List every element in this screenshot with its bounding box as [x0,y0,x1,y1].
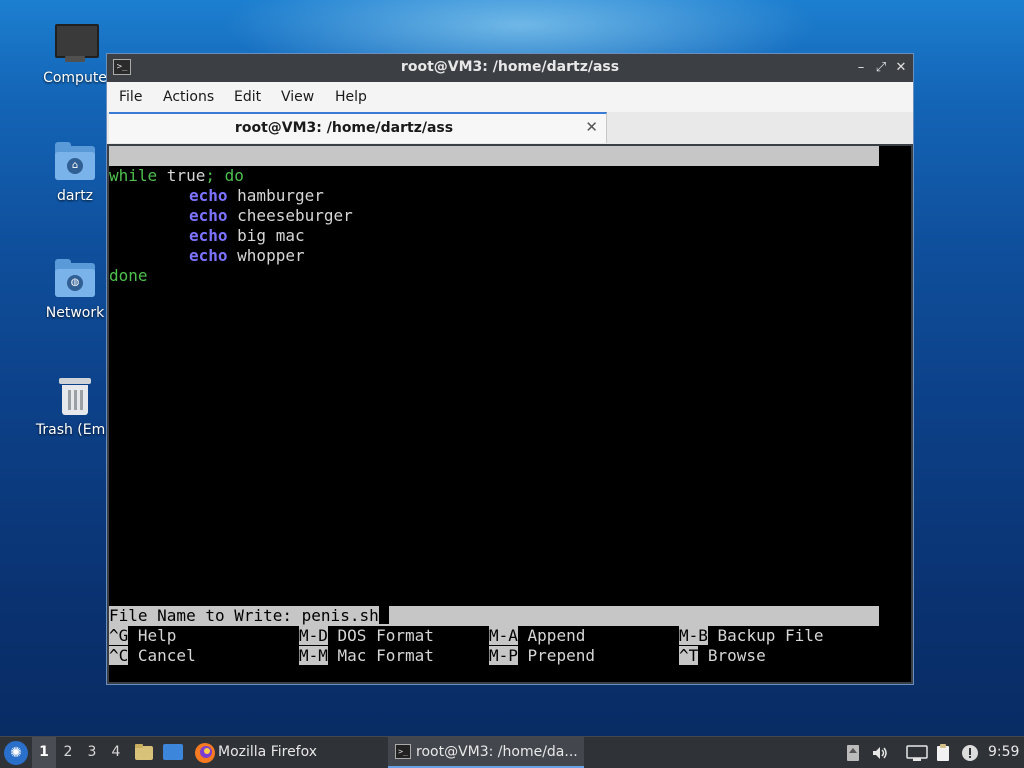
menu-help[interactable]: Help [335,89,367,105]
menu-bar: File Actions Edit View Help [107,82,913,113]
window-title: root@VM3: /home/dartz/ass [400,59,620,75]
tab-close-button[interactable]: ✕ [585,118,598,136]
echo-arg: cheeseburger [227,206,353,225]
workspace-4[interactable]: 4 [104,737,128,768]
code-line: echo whopper [189,246,305,266]
taskbar-firefox-label: Mozilla Firefox [218,744,318,760]
code-line: echo cheeseburger [189,206,353,226]
network-icon[interactable] [906,744,928,762]
shortcut-cancel[interactable]: ^C Cancel [109,646,196,666]
workspace-1[interactable]: 1 [32,737,56,768]
text-cursor [378,606,389,624]
firefox-icon [195,743,215,763]
updates-icon[interactable] [844,744,862,762]
window-titlebar[interactable]: >_ root@VM3: /home/dartz/ass – ⤢ ✕ [107,54,913,82]
code-line: done [109,266,148,286]
menu-file[interactable]: File [119,89,142,105]
semicolon: ; [205,166,215,185]
start-menu-button[interactable]: ✺ [4,741,28,765]
terminal-icon: >_ [395,744,411,759]
keyword-done: done [109,266,148,285]
shortcut-append[interactable]: M-A Append [489,626,585,646]
shortcut-browse[interactable]: ^T Browse [679,646,766,666]
keyword-echo: echo [189,246,228,265]
shortcut-help[interactable]: ^G Help [109,626,176,646]
menu-view[interactable]: View [281,89,314,105]
keyword-do: do [214,166,244,185]
code-line: while true; do [109,166,244,186]
nano-filename: penis.sh * [479,186,576,205]
close-button[interactable]: ✕ [891,58,911,78]
notifications-icon[interactable] [961,744,979,762]
menu-actions[interactable]: Actions [163,89,214,105]
code-line: echo hamburger [189,186,324,206]
tab-bar: root@VM3: /home/dartz/ass ✕ [107,112,913,144]
clock[interactable]: 9:59 [988,737,1019,768]
trash-icon [53,374,97,418]
terminal-screen[interactable]: GNU nano 6.2 penis.sh * while true; do e… [109,146,911,682]
terminal-window: >_ root@VM3: /home/dartz/ass – ⤢ ✕ File … [106,53,914,685]
code-line: echo big mac [189,226,305,246]
keyword-echo: echo [189,226,228,245]
menu-edit[interactable]: Edit [234,89,261,105]
tab-title: root@VM3: /home/dartz/ass [234,120,454,136]
taskbar-terminal-label: root@VM3: /home/da... [416,744,578,760]
echo-arg: big mac [227,226,305,245]
filename-prompt: File Name to Write: penis.sh [109,606,379,625]
workspace-3[interactable]: 3 [80,737,104,768]
nano-title-bar: GNU nano 6.2 penis.sh * [109,146,879,205]
network-folder-icon: ◍ [53,257,97,301]
shortcut-backup-file[interactable]: M-B Backup File [679,626,824,646]
computer-icon [53,22,99,66]
show-desktop-icon[interactable] [163,744,183,760]
shortcut-mac-format[interactable]: M-M Mac Format [299,646,434,666]
taskbar: ✺ 1 2 3 4 Mozilla Firefox >_ root@VM3: /… [0,736,1024,768]
keyword-true: true [157,166,206,185]
maximize-button[interactable]: ⤢ [871,58,891,78]
keyword-echo: echo [189,206,228,225]
file-manager-icon[interactable] [135,744,153,760]
workspace-2[interactable]: 2 [56,737,80,768]
keyword-while: while [109,166,158,185]
shortcut-prepend[interactable]: M-P Prepend [489,646,595,666]
clipboard-icon[interactable] [934,744,952,762]
echo-arg: hamburger [227,186,324,205]
home-folder-icon: ⌂ [53,140,97,184]
taskbar-firefox[interactable]: Mozilla Firefox [190,737,375,768]
taskbar-terminal[interactable]: >_ root@VM3: /home/da... [388,737,584,768]
tab-terminal[interactable]: root@VM3: /home/dartz/ass ✕ [109,112,607,143]
volume-icon[interactable] [871,744,889,762]
shortcut-dos-format[interactable]: M-D DOS Format [299,626,434,646]
keyword-echo: echo [189,186,228,205]
echo-arg: whopper [227,246,305,265]
minimize-button[interactable]: – [851,58,871,78]
filename-prompt-bar[interactable]: File Name to Write: penis.sh [109,606,879,626]
